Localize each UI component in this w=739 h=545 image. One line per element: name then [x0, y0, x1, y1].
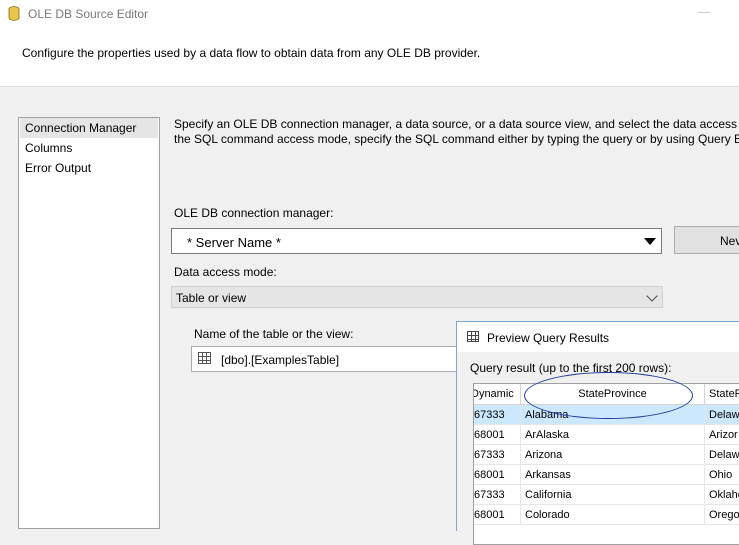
table-name-value: [dbo].[ExamplesTable] [221, 353, 340, 367]
table-cell[interactable]: 67333 [474, 445, 521, 465]
preview-query-results-window: Preview Query Results Query result (up t… [456, 321, 739, 545]
table-cell[interactable]: Delaw [705, 405, 739, 425]
connection-manager-combo[interactable]: * Server Name * [171, 228, 662, 254]
table-cell[interactable]: Arkansas [521, 465, 705, 485]
nav-item-connection-manager[interactable]: Connection Manager [20, 118, 158, 138]
minimize-button[interactable] [698, 12, 710, 13]
dropdown-arrow-icon[interactable] [641, 231, 659, 252]
title-bar: OLE DB Source Editor [0, 0, 739, 28]
header-divider [0, 86, 739, 87]
access-mode-combo[interactable]: Table or view [171, 286, 663, 308]
connection-manager-value: * Server Name * [187, 235, 281, 250]
access-mode-label: Data access mode: [174, 265, 277, 279]
new-connection-button[interactable]: Nev [674, 226, 739, 254]
info-line-1: Specify an OLE DB connection manager, a … [174, 117, 739, 131]
table-name-combo[interactable]: [dbo].[ExamplesTable] [191, 346, 491, 372]
navigation-pane: Connection Manager Columns Error Output [18, 117, 160, 529]
preview-title: Preview Query Results [487, 331, 610, 345]
table-cell[interactable]: Oklaho [705, 485, 739, 505]
connection-manager-label: OLE DB connection manager: [174, 206, 334, 220]
new-connection-label: Nev [720, 234, 739, 248]
info-text: Specify an OLE DB connection manager, a … [174, 117, 739, 147]
nav-item-error-output[interactable]: Error Output [20, 158, 91, 178]
table-cell[interactable]: 68001 [474, 425, 521, 445]
table-cell[interactable]: 68001 [474, 465, 521, 485]
table-cell[interactable]: Arizor [705, 425, 739, 445]
access-mode-value: Table or view [176, 291, 247, 305]
table-cell[interactable]: 68001 [474, 505, 521, 525]
table-cell[interactable]: Ohio [705, 465, 739, 485]
info-line-2: the SQL command access mode, specify the… [174, 132, 739, 146]
preview-title-bar: Preview Query Results [457, 322, 739, 352]
table-cell[interactable]: California [521, 485, 705, 505]
table-cell[interactable]: Delaw [705, 445, 739, 465]
nav-item-columns[interactable]: Columns [20, 138, 72, 158]
table-cell[interactable]: 67333 [474, 485, 521, 505]
header-description: Configure the properties used by a data … [22, 46, 481, 60]
table-cell[interactable]: Orego [705, 505, 739, 525]
table-cell[interactable]: Colorado [521, 505, 705, 525]
column-header-statep[interactable]: StateP [705, 384, 739, 405]
ole-db-source-icon [8, 6, 20, 21]
table-cell[interactable]: 67333 [474, 405, 521, 425]
table-name-label: Name of the table or the view: [194, 327, 354, 341]
chevron-down-icon [646, 290, 658, 302]
header-panel: Configure the properties used by a data … [0, 28, 739, 86]
window-title: OLE DB Source Editor [28, 7, 149, 21]
table-icon [198, 352, 211, 364]
grid-icon [467, 331, 479, 342]
column-header-dynamic[interactable]: Dynamic [474, 384, 521, 405]
table-cell[interactable]: ArAlaska [521, 425, 705, 445]
annotation-ellipse [524, 372, 693, 419]
table-cell[interactable]: Arizona [521, 445, 705, 465]
